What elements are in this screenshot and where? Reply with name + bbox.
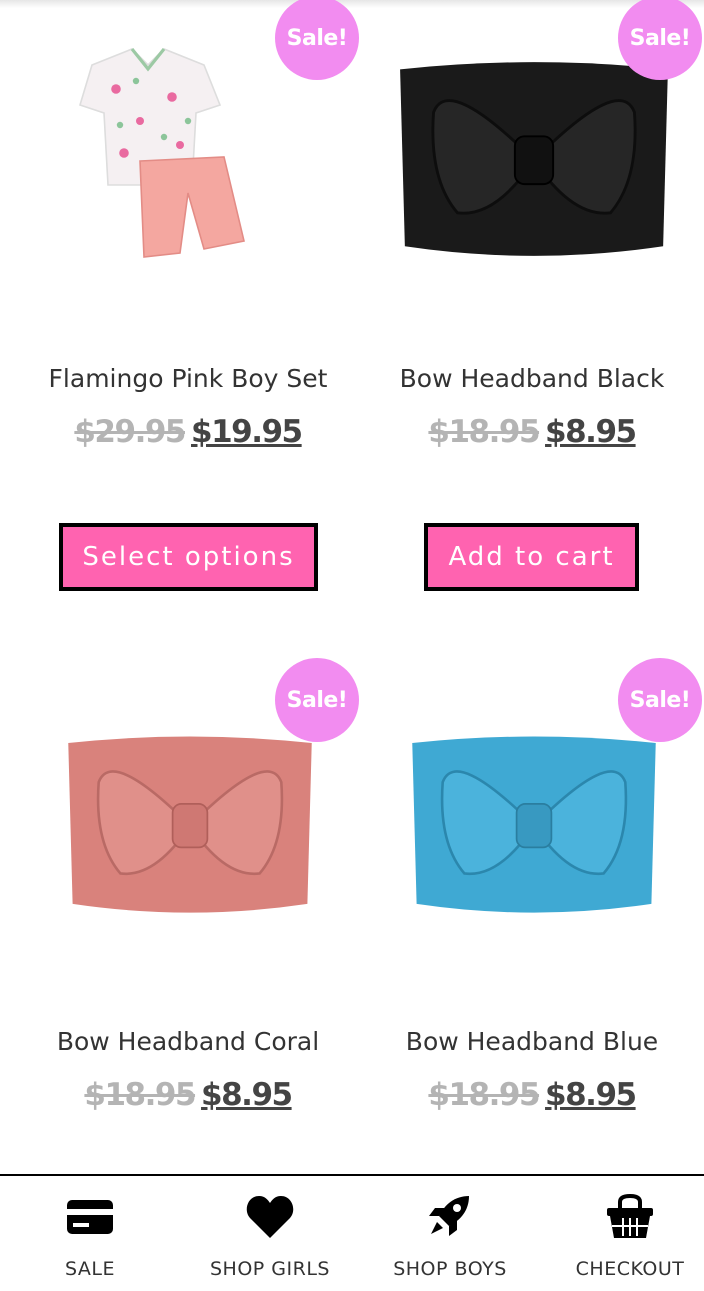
nav-label: SALE <box>64 1258 115 1280</box>
sale-badge: Sale! <box>275 658 359 742</box>
sale-badge: Sale! <box>618 658 702 742</box>
rocket-icon <box>429 1196 469 1236</box>
heart-icon <box>246 1196 294 1238</box>
price-row: $29.95 $19.95 <box>0 414 376 450</box>
original-price: $18.95 <box>84 1077 196 1113</box>
original-price: $29.95 <box>74 414 186 450</box>
basket-icon <box>607 1194 653 1238</box>
sale-price: $8.95 <box>545 414 637 450</box>
price-row: $18.95 $8.95 <box>344 414 704 450</box>
nav-item-shop-boys[interactable]: SHOP BOYS <box>360 1176 540 1291</box>
flamingo-shirt-shorts-set-image[interactable] <box>60 20 300 310</box>
credit-card-icon <box>67 1200 113 1234</box>
sale-price: $8.95 <box>201 1077 293 1113</box>
nav-item-checkout[interactable]: CHECKOUT <box>540 1176 704 1291</box>
product-title[interactable]: Bow Headband Coral <box>0 1027 376 1056</box>
coral-bow-headband-image[interactable] <box>50 730 330 930</box>
sale-price: $19.95 <box>191 414 303 450</box>
sale-badge: Sale! <box>275 0 359 80</box>
product-title[interactable]: Flamingo Pink Boy Set <box>0 364 376 393</box>
sale-price: $8.95 <box>545 1077 637 1113</box>
product-title[interactable]: Bow Headband Blue <box>344 1027 704 1056</box>
blue-bow-headband-image[interactable] <box>394 730 674 930</box>
original-price: $18.95 <box>428 414 540 450</box>
price-row: $18.95 $8.95 <box>0 1077 376 1113</box>
nav-label: SHOP BOYS <box>393 1258 507 1280</box>
black-bow-headband-image[interactable] <box>384 55 684 275</box>
nav-label: CHECKOUT <box>575 1258 685 1280</box>
top-shadow <box>0 0 704 8</box>
nav-item-sale[interactable]: SALE <box>0 1176 180 1291</box>
add-to-cart-button[interactable]: Add to cart <box>424 523 639 591</box>
original-price: $18.95 <box>428 1077 540 1113</box>
product-title[interactable]: Bow Headband Black <box>344 364 704 393</box>
sale-badge: Sale! <box>618 0 702 80</box>
nav-label: SHOP GIRLS <box>210 1258 330 1280</box>
select-options-button[interactable]: Select options <box>59 523 318 591</box>
bottom-nav-bar: SALE SHOP GIRLS SHOP BOYS CHECKOUT <box>0 1174 704 1291</box>
nav-item-shop-girls[interactable]: SHOP GIRLS <box>180 1176 360 1291</box>
price-row: $18.95 $8.95 <box>344 1077 704 1113</box>
